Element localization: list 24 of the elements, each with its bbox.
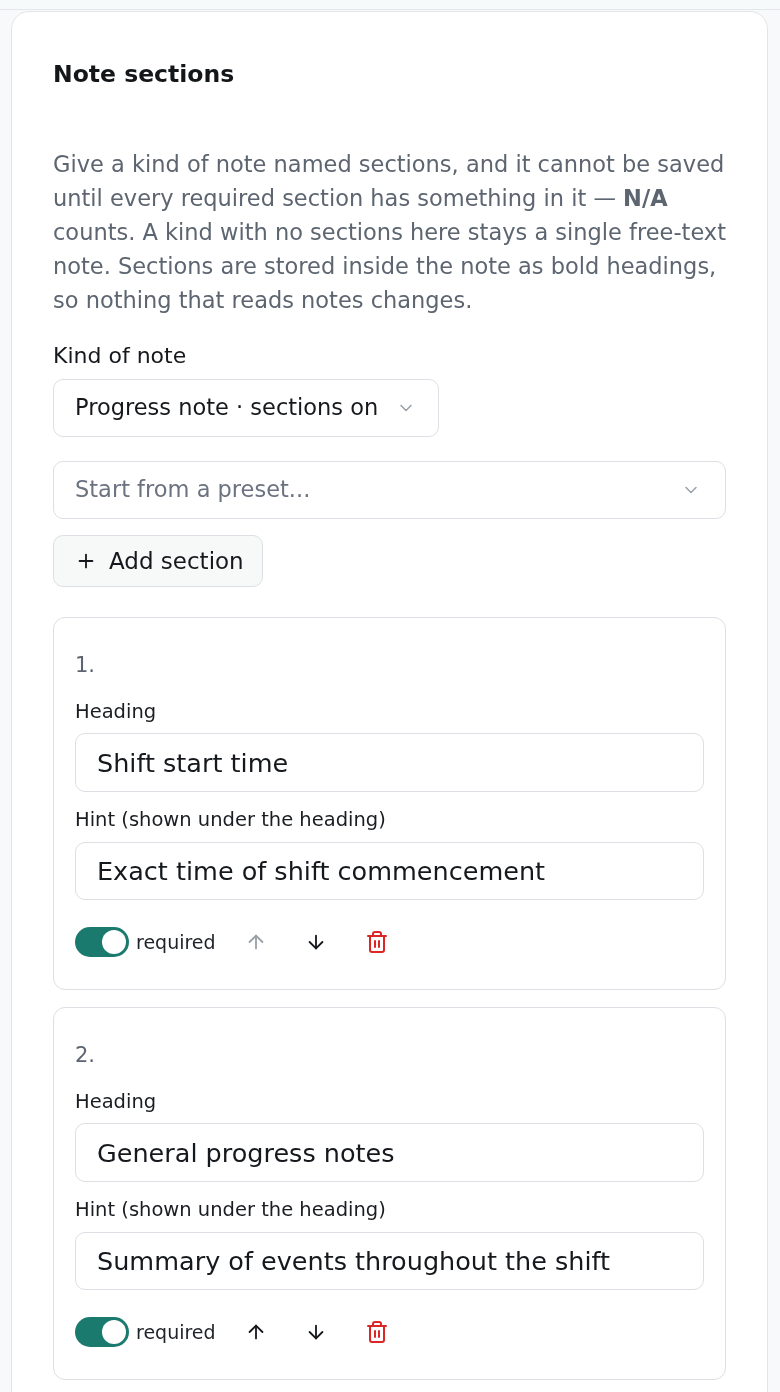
required-toggle[interactable] [75, 927, 129, 957]
trash-icon [364, 1320, 389, 1344]
kind-of-note-select[interactable]: Progress note · sections on [53, 379, 440, 437]
field-label: Hint (shown under the heading) [75, 808, 387, 832]
text-input[interactable]: Shift start time [75, 733, 704, 792]
text-input[interactable]: Exact time of shift commencement [75, 842, 704, 900]
required-label: required [136, 929, 216, 955]
trash-icon [364, 930, 389, 954]
field-label: Hint (shown under the heading) [75, 1198, 387, 1222]
card-description: Give a kind of note named sections, and it cannot be saved until every required section has something in it — N/A counts. A kind with no sections here stays a single free-text note. Sections are stored inside the note as bold headings, so nothing that reads notes changes. [53, 150, 726, 315]
card-title: Note sections [53, 59, 236, 90]
field-label: Heading [75, 1090, 158, 1114]
required-toggle[interactable] [75, 1317, 129, 1347]
preset-select[interactable]: Start from a preset... [53, 461, 726, 519]
text-input[interactable]: General progress notes [75, 1123, 704, 1182]
text-input[interactable]: Summary of events throughout the shift [75, 1232, 704, 1290]
delete-button[interactable] [364, 930, 389, 954]
section-number: 1. [75, 652, 97, 679]
kind-of-note-label: Kind of note [53, 342, 188, 370]
delete-button[interactable] [364, 1320, 389, 1344]
section-number: 2. [75, 1042, 97, 1069]
add-section-button[interactable]: Add section [53, 535, 263, 587]
field-label: Heading [75, 700, 158, 724]
required-label: required [136, 1319, 216, 1345]
